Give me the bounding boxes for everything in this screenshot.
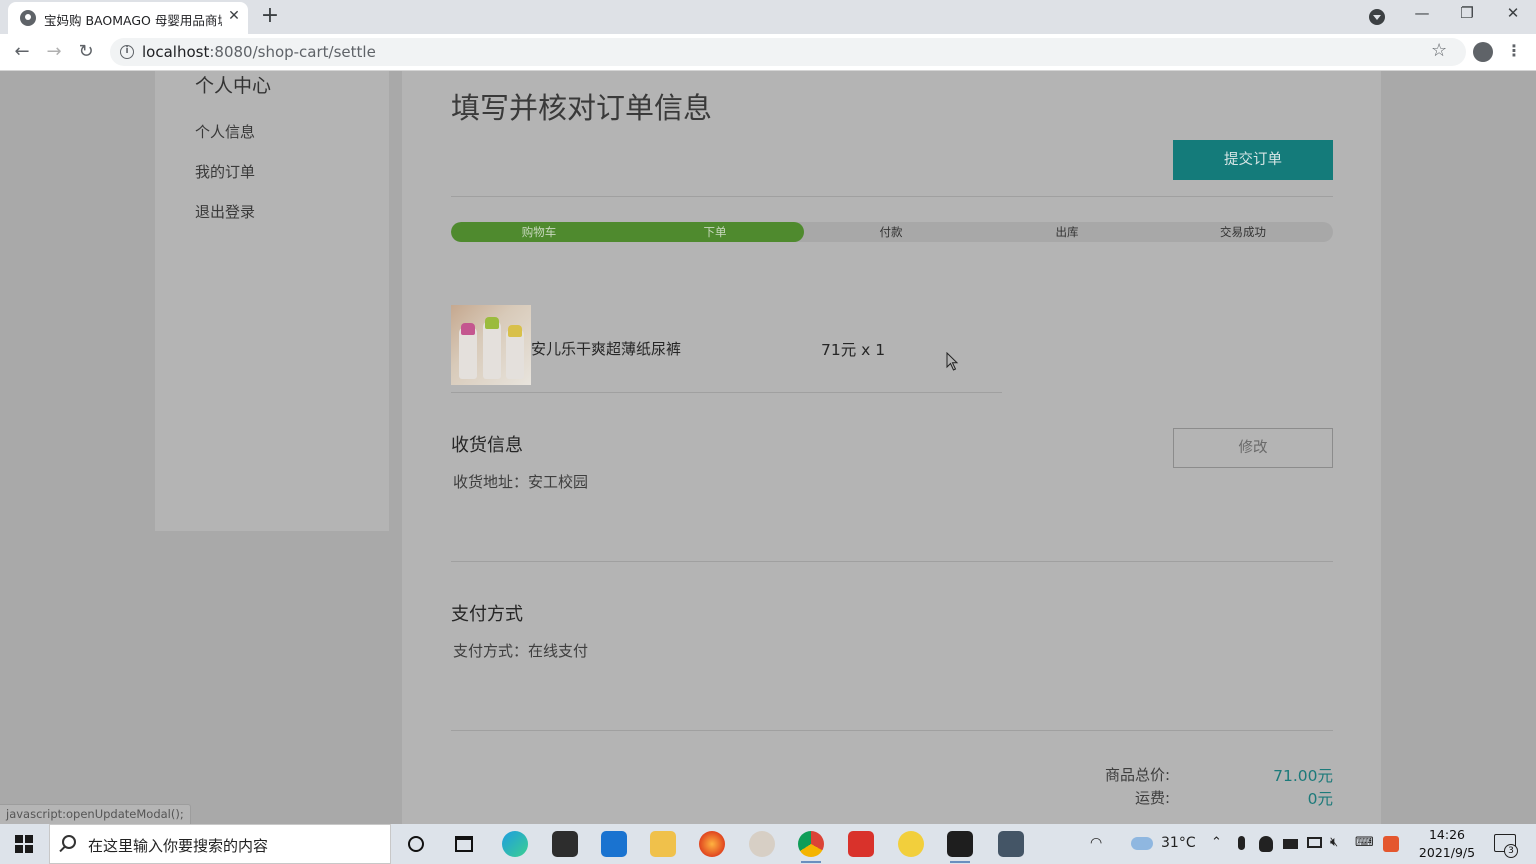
tab-title: 宝妈购 BAOMAGO 母婴用品商城 <box>44 13 222 28</box>
submit-order-button[interactable]: 提交订单 <box>1173 140 1333 180</box>
sidebar-item-profile[interactable]: 个人信息 <box>195 121 255 142</box>
notes-app-icon[interactable] <box>898 831 924 857</box>
taskbar-search-box[interactable]: 在这里输入你要搜索的内容 <box>49 824 391 864</box>
page-content: 个人中心 个人信息 我的订单 退出登录 填写并核对订单信息 提交订单 购物车 下… <box>0 71 1536 824</box>
shipping-info-title: 收货信息 <box>451 435 523 456</box>
task-view-icon[interactable] <box>455 836 473 852</box>
system-clock[interactable]: 14:26 2021/9/5 <box>1412 826 1482 862</box>
product-price-qty: 71元 x 1 <box>821 341 886 359</box>
divider <box>451 561 1333 562</box>
page-title: 填写并核对订单信息 <box>451 91 713 125</box>
step-payment: 付款 <box>879 225 903 239</box>
bottle-cap <box>461 323 475 335</box>
profile-avatar-icon[interactable] <box>1473 42 1493 62</box>
url-host: localhost <box>142 43 210 61</box>
chrome-icon[interactable] <box>798 831 824 863</box>
microphone-icon[interactable] <box>1238 836 1245 850</box>
browser-tab-strip: 宝妈购 BAOMAGO 母婴用品商城 ✕ + — ❐ ✕ <box>0 0 1536 34</box>
url-bar[interactable]: i localhost:8080/shop-cart/settle ☆ <box>110 38 1466 66</box>
divider <box>451 730 1333 731</box>
file-explorer-icon[interactable] <box>650 831 676 857</box>
chevron-up-icon[interactable]: ⌃ <box>1211 835 1222 850</box>
step-complete: 交易成功 <box>1220 225 1266 239</box>
wifi-icon[interactable]: ◠ <box>1090 835 1102 851</box>
bottle-cap <box>485 317 499 329</box>
mute-speaker-icon[interactable]: 🔇︎ <box>1330 835 1338 850</box>
search-icon <box>62 835 76 849</box>
shipping-address: 收货地址：安工校园 <box>453 473 589 491</box>
new-tab-button[interactable]: + <box>258 3 282 28</box>
order-main-panel: 填写并核对订单信息 提交订单 购物车 下单 付款 出库 交易成功 安儿乐干爽超薄… <box>402 71 1381 824</box>
goods-total-label: 商品总价: <box>1104 766 1170 784</box>
qq-icon[interactable] <box>1259 836 1273 852</box>
bottle-cap <box>508 325 522 337</box>
app-avatar-icon[interactable] <box>749 831 775 857</box>
media-control-icon[interactable] <box>1369 9 1385 25</box>
payment-method-title: 支付方式 <box>451 604 523 625</box>
bottle-shape <box>483 321 501 379</box>
mail-icon[interactable] <box>601 831 627 857</box>
step-place-order: 下单 <box>703 225 727 239</box>
input-method-icon[interactable]: ⌨ <box>1355 835 1374 850</box>
goods-total-value: 71.00元 <box>1273 767 1333 785</box>
globe-icon <box>20 10 36 26</box>
search-placeholder: 在这里输入你要搜索的内容 <box>88 837 269 855</box>
notification-count-badge: 3 <box>1504 844 1518 858</box>
shipping-fee-value: 0元 <box>1307 790 1333 808</box>
url-text[interactable]: localhost:8080/shop-cart/settle <box>142 43 376 61</box>
sidebar-item-logout[interactable]: 退出登录 <box>195 201 255 222</box>
terminal-app-icon[interactable] <box>998 831 1024 857</box>
back-arrow-icon[interactable]: ← <box>10 40 34 64</box>
shipping-fee-label: 运费: <box>1134 789 1170 807</box>
intellij-icon[interactable] <box>947 831 973 863</box>
browser-tab[interactable]: 宝妈购 BAOMAGO 母婴用品商城 ✕ <box>8 2 248 34</box>
reload-icon[interactable]: ↻ <box>74 40 98 64</box>
divider <box>451 196 1333 197</box>
order-progress-bar: 购物车 下单 付款 出库 交易成功 <box>451 222 1333 242</box>
address-toolbar: ← → ↻ i localhost:8080/shop-cart/settle … <box>0 34 1536 71</box>
clock-time: 14:26 <box>1428 827 1466 842</box>
mouse-cursor-icon <box>946 352 959 371</box>
firefox-icon[interactable] <box>699 831 725 857</box>
sogou-input-icon[interactable] <box>1383 836 1399 852</box>
restore-button[interactable]: ❐ <box>1455 4 1479 22</box>
battery-icon[interactable] <box>1283 839 1298 849</box>
os-taskbar: 在这里输入你要搜索的内容 ◠ 31°C ⌃ 🔇︎ ⌨ 14:26 2021/9/… <box>0 824 1536 864</box>
url-path: :8080/shop-cart/settle <box>209 43 376 61</box>
sidebar-title: 个人中心 <box>195 75 272 97</box>
kebab-menu-icon[interactable]: ⋮ <box>1506 42 1522 60</box>
cortana-icon[interactable] <box>408 836 424 852</box>
sidebar: 个人中心 个人信息 我的订单 退出登录 <box>155 71 389 531</box>
payment-method-text: 支付方式：在线支付 <box>453 642 589 660</box>
step-shipping: 出库 <box>1055 225 1079 239</box>
step-cart: 购物车 <box>521 225 557 239</box>
temperature[interactable]: 31°C <box>1161 835 1196 851</box>
edge-browser-icon[interactable] <box>502 831 528 857</box>
link-status-bar: javascript:openUpdateModal(); <box>0 804 191 824</box>
sidebar-item-orders[interactable]: 我的订单 <box>195 161 255 182</box>
bookmark-star-icon[interactable]: ☆ <box>1431 40 1447 61</box>
close-window-button[interactable]: ✕ <box>1501 4 1525 22</box>
minimize-button[interactable]: — <box>1410 4 1434 22</box>
modify-address-button[interactable]: 修改 <box>1173 428 1333 468</box>
product-name: 安儿乐干爽超薄纸尿裤 <box>531 340 682 358</box>
windows-start-icon[interactable] <box>15 835 33 853</box>
store-icon[interactable] <box>552 831 578 857</box>
network-display-icon[interactable] <box>1307 837 1322 848</box>
product-image <box>451 305 531 385</box>
info-icon[interactable]: i <box>120 45 134 59</box>
weather-cloud-icon[interactable] <box>1131 837 1153 850</box>
forward-arrow-icon[interactable]: → <box>42 40 66 64</box>
wps-icon[interactable] <box>848 831 874 857</box>
clock-date: 2021/9/5 <box>1418 845 1476 860</box>
divider <box>451 392 1002 393</box>
tab-close-icon[interactable]: ✕ <box>226 8 242 26</box>
